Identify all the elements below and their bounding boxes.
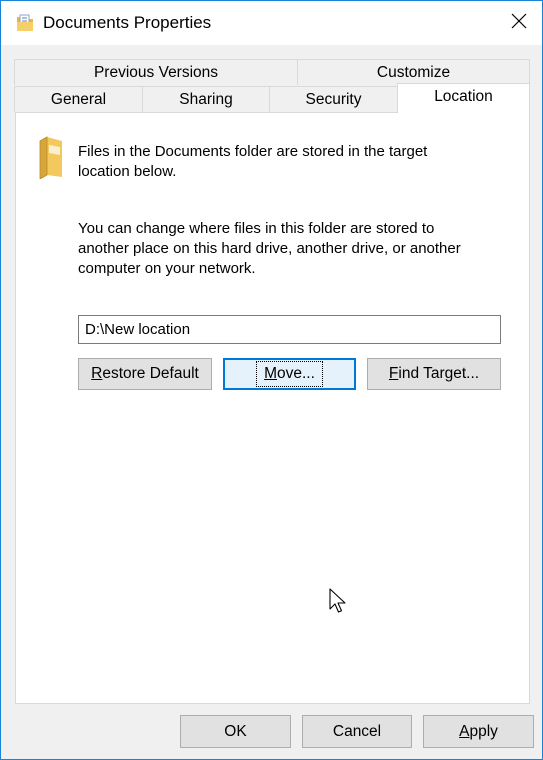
tab-label: Previous Versions — [93, 64, 219, 81]
cancel-label: Cancel — [332, 722, 382, 740]
location-path-field[interactable]: D:\New location — [78, 315, 501, 344]
move-label: Move... — [256, 361, 323, 387]
location-panel: Files in the Documents folder are stored… — [15, 112, 530, 704]
tab-label: Location — [434, 88, 493, 105]
window-title: Documents Properties — [43, 13, 212, 32]
cancel-button[interactable]: Cancel — [302, 715, 412, 748]
tab-general[interactable]: General — [14, 86, 143, 112]
apply-mnemonic: A — [459, 722, 470, 740]
apply-label-rest: pply — [469, 722, 498, 740]
move-mnemonic: M — [264, 365, 277, 382]
find-mnemonic: F — [388, 365, 399, 382]
tab-label: Sharing — [179, 91, 233, 108]
ok-label: OK — [224, 722, 247, 740]
folder-documents-icon — [15, 13, 35, 33]
tab-security[interactable]: Security — [269, 86, 398, 112]
folder-icon — [38, 135, 64, 180]
find-label-rest: ind Target... — [398, 365, 480, 382]
restore-mnemonic: R — [91, 365, 103, 382]
find-target-label: Find Target... — [382, 362, 486, 386]
info-text-line2: location below. — [78, 163, 177, 180]
info-text-line1: Files in the Documents folder are stored… — [78, 143, 428, 160]
description-line1: You can change where files in this folde… — [78, 220, 435, 237]
tab-label: Customize — [376, 64, 451, 81]
tab-sharing[interactable]: Sharing — [142, 86, 270, 112]
close-button[interactable] — [496, 1, 542, 45]
move-button[interactable]: Move... — [223, 358, 356, 390]
properties-dialog: Documents Properties Previous Versions C… — [0, 0, 543, 760]
move-label-rest: ove... — [277, 365, 315, 382]
description-line3: computer on your network. — [78, 260, 256, 277]
find-target-button[interactable]: Find Target... — [367, 358, 501, 390]
tab-previous-versions[interactable]: Previous Versions — [14, 59, 298, 85]
title-bar[interactable]: Documents Properties — [1, 1, 542, 45]
close-icon — [511, 13, 527, 33]
tab-label: Security — [305, 91, 362, 108]
restore-label-rest: estore Default — [102, 365, 199, 382]
tab-label: General — [50, 91, 107, 108]
apply-button[interactable]: Apply — [423, 715, 534, 748]
tab-location[interactable]: Location — [397, 83, 530, 113]
restore-default-label: Restore Default — [84, 362, 206, 386]
apply-label: Apply — [452, 720, 505, 744]
mouse-pointer-icon — [329, 588, 349, 616]
ok-button[interactable]: OK — [180, 715, 291, 748]
restore-default-button[interactable]: Restore Default — [78, 358, 212, 390]
location-path-value: D:\New location — [85, 321, 191, 338]
tab-customize[interactable]: Customize — [297, 59, 530, 85]
description-line2: another place on this hard drive, anothe… — [78, 240, 461, 257]
